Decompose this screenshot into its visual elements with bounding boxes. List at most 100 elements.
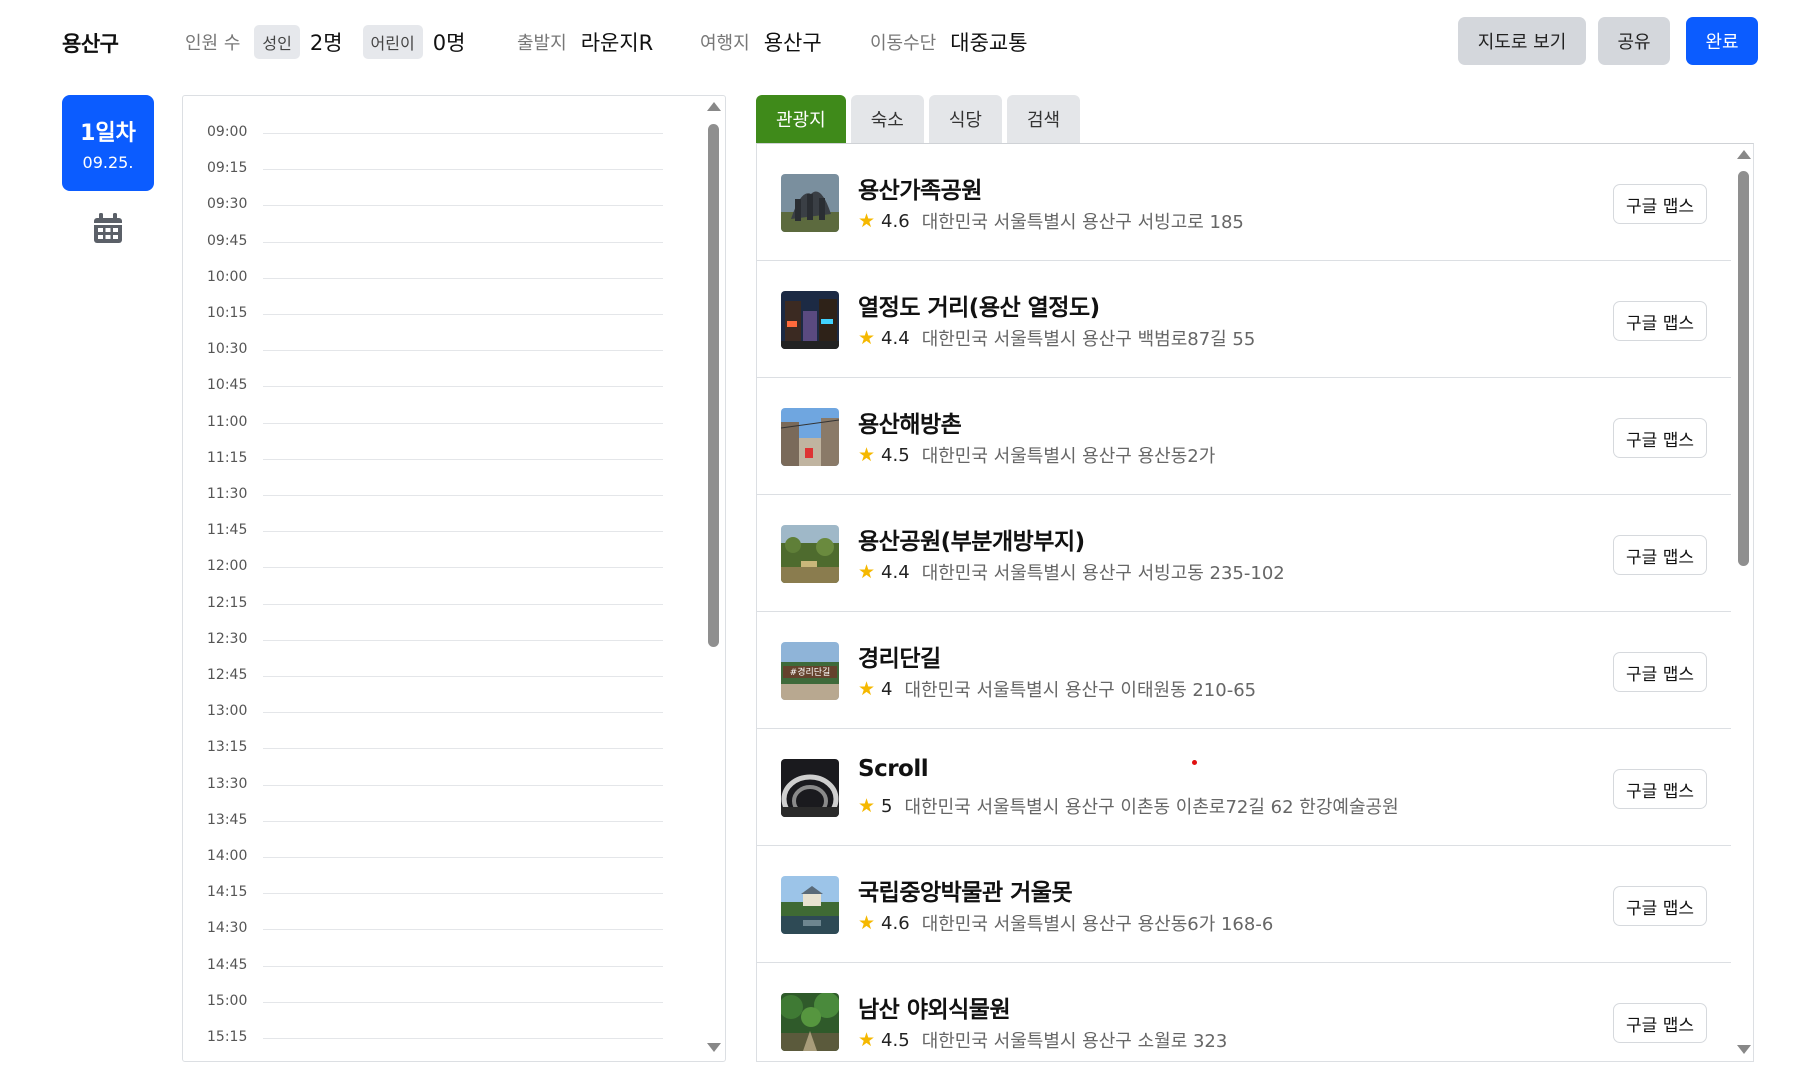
google-maps-button[interactable]: 구글 맵스 (1613, 886, 1707, 926)
timeline-slot[interactable]: 15:00 (183, 993, 683, 1029)
place-item[interactable]: 국립중앙박물관 거울못 ★ 4.6 대한민국 서울특별시 용산구 용산동6가 168-… (757, 846, 1731, 963)
place-rating: 4.6 (881, 912, 910, 934)
tab-lodging[interactable]: 숙소 (850, 95, 924, 143)
time-gridline (263, 314, 663, 315)
place-item[interactable]: 용산공원(부분개방부지) ★ 4.4 대한민국 서울특별시 용산구 서빙고동 235-… (757, 495, 1731, 612)
place-name: 경리단길 (858, 646, 941, 672)
place-item[interactable]: 남산 야외식물원 ★ 4.5 대한민국 서울특별시 용산구 소월로 323 구글 맵스 (757, 963, 1731, 1061)
google-maps-button[interactable]: 구글 맵스 (1613, 1003, 1707, 1043)
time-label: 12:30 (207, 630, 248, 647)
scroll-down-arrow-icon[interactable] (1737, 1045, 1751, 1054)
time-gridline (263, 1038, 663, 1039)
place-info: ★ 4.6 대한민국 서울특별시 용산구 서빙고로 185 (858, 208, 1244, 234)
google-maps-button[interactable]: 구글 맵스 (1613, 769, 1707, 809)
timeline-slot[interactable]: 09:30 (183, 196, 683, 232)
timeline-slot[interactable]: 10:45 (183, 377, 683, 413)
timeline-slot[interactable]: 13:30 (183, 776, 683, 812)
done-button[interactable]: 완료 (1686, 17, 1758, 65)
timeline-slot[interactable]: 09:00 (183, 124, 683, 160)
tab-search[interactable]: 검색 (1006, 95, 1081, 143)
timeline-slot[interactable]: 15:15 (183, 1029, 683, 1061)
timeline-slot[interactable]: 11:30 (183, 486, 683, 522)
time-gridline (263, 531, 663, 533)
place-name: 열정도 거리(용산 열정도) (858, 295, 1100, 321)
transport-label: 이동수단 (870, 33, 937, 54)
time-label: 14:15 (207, 884, 248, 901)
place-item[interactable]: 열정도 거리(용산 열정도) ★ 4.4 대한민국 서울특별시 용산구 백범로87길 … (757, 261, 1731, 378)
time-label: 15:15 (207, 1029, 248, 1045)
time-gridline (263, 893, 663, 895)
time-gridline (263, 639, 663, 641)
child-chip: 어린이 (362, 25, 423, 59)
time-gridline (263, 567, 663, 569)
timeline-slot[interactable]: 12:30 (183, 631, 683, 667)
timeline-slot[interactable]: 13:00 (183, 703, 683, 739)
google-maps-button[interactable]: 구글 맵스 (1613, 652, 1707, 692)
timeline-panel[interactable]: 09:00 09:15 09:30 09:45 10:00 10:15 10:30 10:45… (182, 95, 726, 1062)
scroll-thumb[interactable] (708, 124, 719, 647)
time-gridline (263, 133, 663, 134)
tab-attractions[interactable]: 관광지 (756, 95, 846, 143)
timeline-slot[interactable]: 12:45 (183, 667, 683, 703)
places-list[interactable]: 용산가족공원 ★ 4.6 대한민국 서울특별시 용산구 서빙고로 185 구글 맵스 열정… (756, 143, 1754, 1062)
origin-value: 라운지R (580, 31, 654, 55)
google-maps-button[interactable]: 구글 맵스 (1613, 301, 1707, 341)
place-info: ★ 4.6 대한민국 서울특별시 용산구 용산동6가 168-6 (858, 910, 1273, 936)
share-button[interactable]: 공유 (1598, 17, 1670, 65)
timeline-slot[interactable]: 13:45 (183, 812, 683, 848)
place-address: 대한민국 서울특별시 용산구 서빙고동 235-102 (921, 563, 1285, 584)
calendar-icon[interactable] (94, 213, 122, 243)
time-gridline (263, 784, 663, 786)
place-address: 대한민국 서울특별시 용산구 이촌동 이촌로72길 62 한강예술공원 (904, 797, 1399, 818)
time-label: 12:45 (207, 667, 248, 683)
timeline-slot[interactable]: 12:15 (183, 595, 683, 631)
timeline-slot[interactable]: 09:45 (183, 233, 683, 269)
timeline-slot[interactable]: 10:30 (183, 341, 683, 377)
time-gridline (263, 748, 663, 750)
timeline-slot[interactable]: 14:00 (183, 848, 683, 884)
time-gridline (263, 712, 663, 714)
timeline-slot[interactable]: 09:15 (183, 160, 683, 196)
day-1-card[interactable]: 1일차 09.25. (62, 95, 154, 191)
place-item[interactable]: #경리단길 경리단길 ★ 4 대한민국 서울특별시 용산구 이태원동 210-65 구글 … (757, 612, 1731, 729)
places-scrollbar[interactable] (1735, 144, 1751, 1061)
timeline-slot[interactable]: 11:00 (183, 414, 683, 450)
tab-restaurants[interactable]: 식당 (928, 95, 1002, 143)
place-item[interactable]: 용산해방촌 ★ 4.5 대한민국 서울특별시 용산구 용산동2가 구글 맵스 (757, 378, 1731, 495)
timeline-slot[interactable]: 10:15 (183, 305, 683, 341)
time-label: 15:00 (207, 992, 248, 1009)
time-label: 13:45 (207, 811, 248, 828)
adult-count: 2명 (309, 31, 343, 55)
timeline-slot[interactable]: 14:15 (183, 884, 683, 920)
place-name: 용산해방촌 (858, 412, 962, 438)
timeline-slot[interactable]: 14:45 (183, 957, 683, 993)
place-address: 대한민국 서울특별시 용산구 백범로87길 55 (921, 329, 1256, 350)
google-maps-button[interactable]: 구글 맵스 (1613, 184, 1707, 224)
time-label: 12:15 (207, 594, 248, 611)
place-thumbnail: #경리단길 (781, 642, 839, 700)
google-maps-button[interactable]: 구글 맵스 (1613, 418, 1707, 458)
place-thumbnail (781, 525, 839, 583)
timeline-slot[interactable]: 10:00 (183, 269, 683, 305)
place-item[interactable]: 용산가족공원 ★ 4.6 대한민국 서울특별시 용산구 서빙고로 185 구글 맵스 (757, 144, 1731, 261)
view-map-button[interactable]: 지도로 보기 (1458, 17, 1586, 65)
timeline-slot[interactable]: 13:15 (183, 739, 683, 775)
scroll-up-arrow-icon[interactable] (707, 102, 721, 111)
scroll-thumb[interactable] (1738, 171, 1749, 566)
timeline-slot[interactable]: 12:00 (183, 558, 683, 594)
place-item[interactable]: Scroll ★ 5 대한민국 서울특별시 용산구 이촌동 이촌로72길 62 한강예… (757, 729, 1731, 846)
scroll-up-arrow-icon[interactable] (1737, 150, 1751, 159)
time-label: 09:45 (207, 232, 248, 249)
timeline-slot[interactable]: 11:15 (183, 450, 683, 486)
timeline-slot[interactable]: 14:30 (183, 920, 683, 956)
place-thumbnail (781, 408, 839, 466)
scroll-down-arrow-icon[interactable] (707, 1043, 721, 1052)
time-label: 14:30 (207, 920, 248, 937)
google-maps-button[interactable]: 구글 맵스 (1613, 535, 1707, 575)
timeline-scrollbar[interactable] (705, 96, 721, 1061)
timeline-slot[interactable]: 11:45 (183, 522, 683, 558)
place-address: 대한민국 서울특별시 용산구 용산동2가 (921, 446, 1216, 467)
place-name: 국립중앙박물관 거울못 (858, 880, 1073, 906)
star-icon: ★ (858, 678, 876, 700)
place-address: 대한민국 서울특별시 용산구 용산동6가 168-6 (921, 914, 1274, 935)
